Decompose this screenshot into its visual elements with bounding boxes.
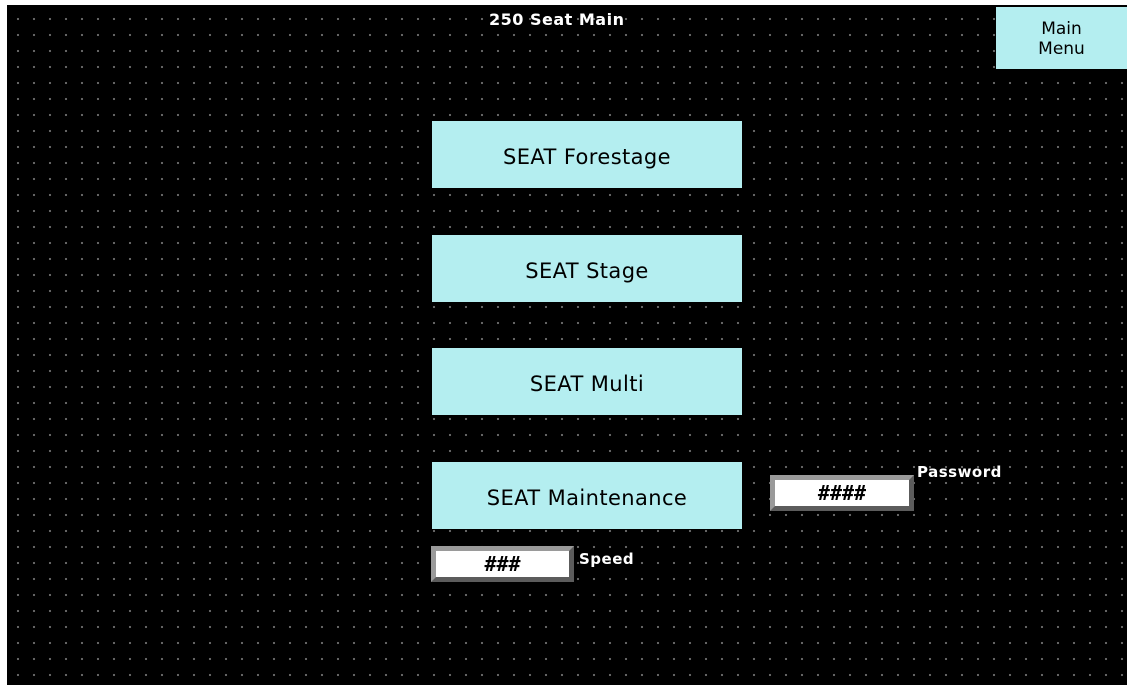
- main-menu-button[interactable]: Main Menu: [996, 7, 1127, 69]
- seat-maintenance-button[interactable]: SEAT Maintenance: [432, 462, 742, 529]
- speed-field[interactable]: ###: [431, 546, 574, 582]
- screen-title: 250 Seat Main: [489, 10, 625, 29]
- speed-label: Speed: [579, 550, 635, 568]
- seat-multi-button[interactable]: SEAT Multi: [432, 348, 742, 415]
- seat-forestage-button[interactable]: SEAT Forestage: [432, 121, 742, 188]
- hmi-screen: 250 Seat Main Main Menu SEAT Forestage S…: [7, 5, 1127, 685]
- password-label: Password: [917, 463, 1002, 481]
- password-field[interactable]: ####: [770, 475, 914, 511]
- seat-stage-button[interactable]: SEAT Stage: [432, 235, 742, 302]
